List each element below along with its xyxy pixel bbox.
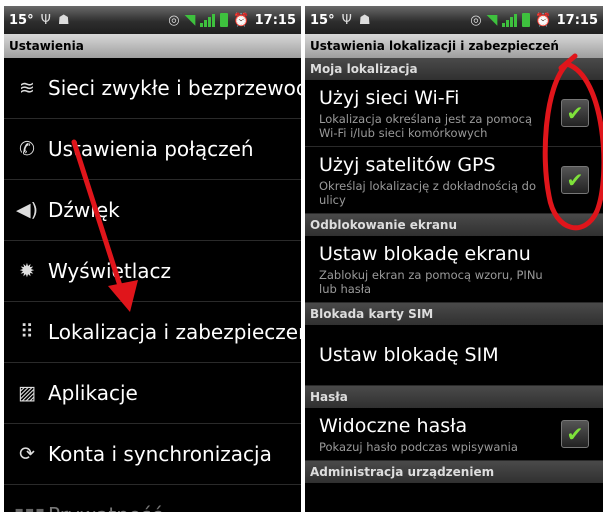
phone-icon: ✆ — [19, 138, 35, 160]
settings-item-label: Konta i synchronizacja — [48, 442, 272, 466]
settings-item-label: Ustawienia połączeń — [48, 137, 254, 161]
brightness-icon: ✹ — [19, 260, 35, 282]
settings-item[interactable]: ⠿ Lokalizacja i zabezpieczenia — [4, 302, 301, 363]
location-security-screen: 15° Ψ ☗ ◎ ◥ ⏰ 17:15 Ustawienia lokalizac… — [305, 6, 603, 512]
signal-icon — [200, 13, 216, 27]
settings-list: ≋ Sieci zwykłe i bezprzewodowe ✆ Ustawienia… — [4, 58, 301, 512]
preference-item[interactable]: Użyj sieci Wi-Fi Lokalizacja określana je… — [305, 80, 603, 147]
checkmark-icon: ✔ — [566, 422, 584, 446]
preference-title: Użyj satelitów GPS — [319, 154, 496, 176]
section-header: Blokada karty SIM — [305, 303, 603, 325]
preference-summary: Pokazuj hasło podczas wpisywania — [319, 440, 518, 454]
settings-item[interactable]: ◀) Dźwięk — [4, 180, 301, 241]
settings-item[interactable]: ✆ Ustawienia połączeń — [4, 119, 301, 180]
alarm-icon: ⏰ — [233, 12, 250, 28]
preference-item[interactable]: Widoczne hasła Pokazuj hasło podczas wpis… — [305, 408, 603, 461]
checkmark-icon: ✔ — [566, 101, 584, 125]
preference-item[interactable]: Użyj satelitów GPS Określaj lokalizację z… — [305, 147, 603, 214]
checkbox[interactable]: ✔ — [561, 166, 589, 194]
settings-item[interactable]: ▮▮▮Prywatność — [4, 485, 301, 512]
status-bar: 15° Ψ ☗ ◎ ◥ ⏰ 17:15 — [4, 6, 301, 34]
section-header: Moja lokalizacja — [305, 58, 603, 80]
section-header: Administracja urządzeniem — [305, 461, 603, 483]
settings-item-label: Aplikacje — [48, 381, 138, 405]
preference-item[interactable]: Ustaw blokadę ekranu Zablokuj ekran za po… — [305, 236, 603, 303]
settings-item-label: Lokalizacja i zabezpieczenia — [48, 320, 301, 344]
battery-icon — [220, 13, 229, 27]
screen-title: Ustawienia lokalizacji i zabezpieczeń — [305, 34, 603, 58]
alarm-icon: ⏰ — [535, 12, 552, 28]
settings-item-label: Dźwięk — [48, 198, 120, 222]
preference-summary: Zablokuj ekran za pomocą wzoru, PINu lub… — [319, 268, 543, 296]
settings-item-label: Prywatność — [48, 503, 163, 512]
signal-icon — [502, 13, 518, 27]
sync-icon: ⟳ — [19, 443, 35, 465]
vibrate-icon: ◎ — [168, 12, 180, 28]
settings-item[interactable]: ✹ Wyświetlacz — [4, 241, 301, 302]
clock: 17:15 — [556, 12, 598, 28]
vibrate-icon: ◎ — [470, 12, 482, 28]
preferences-list: Moja lokalizacja Użyj sieci Wi-Fi Lokaliza… — [305, 58, 603, 483]
speaker-icon: ◀) — [15, 199, 39, 221]
clock: 17:15 — [254, 12, 296, 28]
checkbox[interactable]: ✔ — [561, 99, 589, 127]
preference-summary: Określaj lokalizację z dokładnością do u… — [319, 179, 536, 207]
temperature: 15° — [9, 12, 34, 28]
usb-icon: Ψ — [341, 12, 352, 28]
privacy-icon: ▮▮▮ — [14, 504, 45, 512]
settings-item-label: Sieci zwykłe i bezprzewodowe — [48, 76, 301, 100]
checkmark-icon: ✔ — [566, 168, 584, 192]
settings-item-label: Wyświetlacz — [48, 259, 172, 283]
settings-screen: 15° Ψ ☗ ◎ ◥ ⏰ 17:15 Ustawienia ≋ Sieci zw… — [4, 6, 301, 512]
battery-icon — [522, 13, 531, 27]
settings-item[interactable]: ≋ Sieci zwykłe i bezprzewodowe — [4, 58, 301, 119]
screen-title: Ustawienia — [4, 34, 301, 58]
wifi-status-icon: ◥ — [184, 12, 196, 28]
settings-item[interactable]: ⟳ Konta i synchronizacja — [4, 424, 301, 485]
applications-icon: ▨ — [18, 382, 36, 404]
wifi-status-icon: ◥ — [486, 12, 498, 28]
section-header: Odblokowanie ekranu — [305, 214, 603, 236]
temperature: 15° — [310, 12, 335, 28]
wifi-icon: ≋ — [19, 77, 35, 99]
preference-title: Ustaw blokadę ekranu — [319, 243, 531, 265]
usb-icon: Ψ — [40, 12, 51, 28]
android-debug-icon: ☗ — [358, 12, 371, 28]
preference-title: Widoczne hasła — [319, 415, 468, 437]
preference-summary: Lokalizacja określana jest za pomocą Wi-… — [319, 112, 533, 140]
android-debug-icon: ☗ — [57, 12, 70, 28]
preference-item[interactable]: Ustaw blokadę SIM — [305, 325, 603, 386]
settings-item[interactable]: ▨ Aplikacje — [4, 363, 301, 424]
status-bar: 15° Ψ ☗ ◎ ◥ ⏰ 17:15 — [305, 6, 603, 34]
section-header: Hasła — [305, 386, 603, 408]
location-grid-icon: ⠿ — [20, 321, 34, 343]
preference-title: Ustaw blokadę SIM — [319, 344, 499, 366]
checkbox[interactable]: ✔ — [561, 420, 589, 448]
preference-title: Użyj sieci Wi-Fi — [319, 87, 460, 109]
